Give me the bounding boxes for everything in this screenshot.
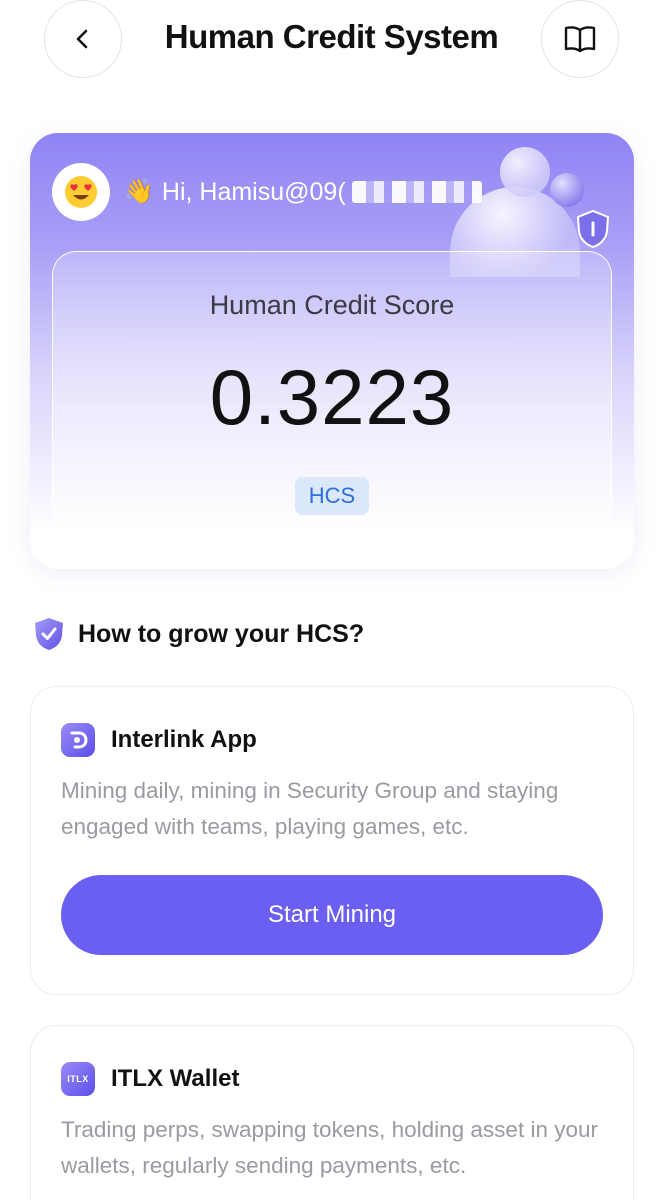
card-title: ITLX Wallet xyxy=(111,1065,240,1092)
score-card: 👋 Hi, Hamisu@09( Human Credit Score 0.32… xyxy=(30,133,634,569)
shield-check-icon xyxy=(35,618,63,650)
score-label: Human Credit Score xyxy=(209,290,455,320)
page-title: Human Credit System xyxy=(164,18,499,55)
itlx-logo-icon: ITLX xyxy=(61,1062,95,1096)
interlink-app-card: Interlink App Mining daily, mining in Se… xyxy=(30,686,634,995)
book-icon xyxy=(564,26,596,53)
masked-account-text xyxy=(351,181,482,203)
heart-eyes-emoji-icon xyxy=(65,176,97,208)
back-button[interactable] xyxy=(44,0,122,78)
interlink-logo-icon xyxy=(61,723,95,757)
decorative-bubble xyxy=(550,173,584,207)
itlx-logo-text: ITLX xyxy=(67,1074,89,1084)
score-value: 0.3223 xyxy=(209,353,455,441)
card-header: ITLX ITLX Wallet xyxy=(61,1062,239,1096)
card-description: Mining daily, mining in Security Group a… xyxy=(61,778,559,839)
avatar[interactable] xyxy=(52,163,110,221)
guide-button[interactable] xyxy=(541,0,619,78)
section-title: How to grow your HCS? xyxy=(78,619,365,648)
start-mining-button[interactable]: Start Mining xyxy=(61,875,603,955)
greeting-text: Hi, Hamisu@09( xyxy=(161,177,346,206)
greeting-row: 👋 Hi, Hamisu@09( xyxy=(52,163,482,221)
waving-hand-icon: 👋 xyxy=(124,178,154,205)
card-header: Interlink App xyxy=(61,723,257,757)
card-title: Interlink App xyxy=(111,726,257,753)
unit-badge: HCS xyxy=(295,477,369,515)
header: Human Credit System xyxy=(0,0,663,80)
itlx-wallet-card: ITLX ITLX Wallet Trading perps, swapping… xyxy=(30,1025,634,1200)
section-heading: How to grow your HCS? xyxy=(32,616,364,652)
decorative-bubble xyxy=(500,147,550,197)
score-panel: Human Credit Score 0.3223 HCS xyxy=(52,251,612,569)
chevron-left-icon xyxy=(76,29,88,49)
shield-decoration-icon xyxy=(576,209,610,249)
card-description: Trading perps, swapping tokens, holding … xyxy=(61,1117,598,1178)
